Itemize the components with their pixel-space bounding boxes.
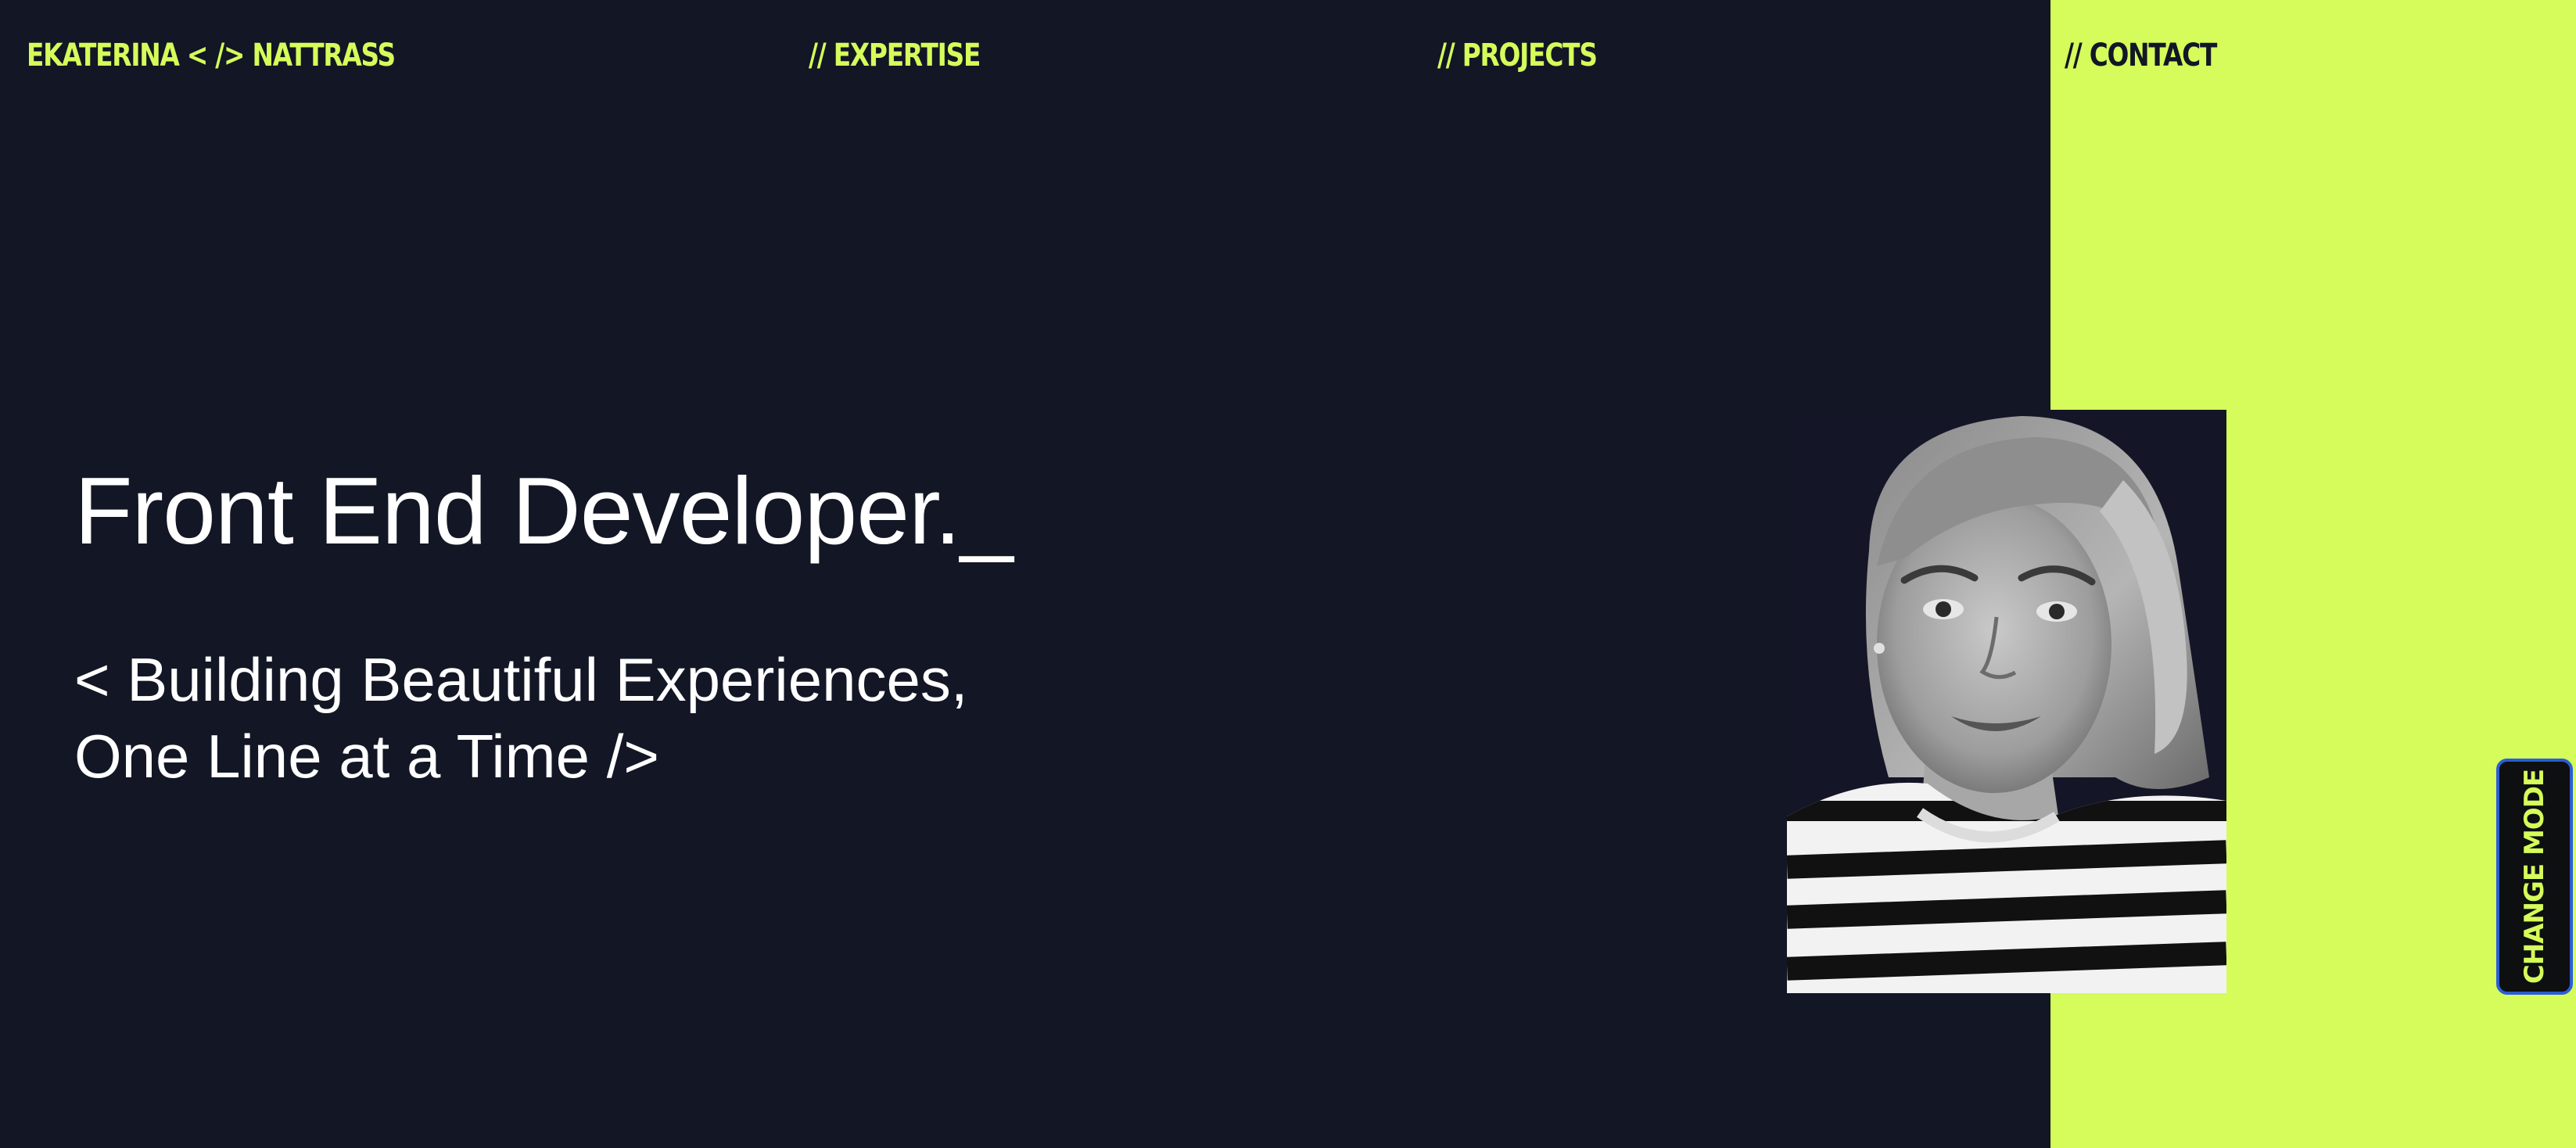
hero-subtitle: < Building Beautiful Experiences, One Li…: [74, 641, 968, 795]
portrait-photo: [1787, 410, 2226, 993]
portrait-illustration: [1787, 410, 2226, 993]
hero-subtitle-line-2: One Line at a Time />: [74, 722, 659, 791]
nav-link-projects[interactable]: // PROJECTS: [1437, 38, 1598, 74]
hero-title: Front End Developer._: [74, 457, 1014, 564]
hero-subtitle-line-1: < Building Beautiful Experiences,: [74, 645, 968, 714]
nav-link-contact[interactable]: // CONTACT: [2065, 38, 2217, 74]
change-mode-button[interactable]: CHANGE MODE: [2496, 759, 2573, 995]
nav-link-expertise[interactable]: // EXPERTISE: [809, 38, 981, 74]
brand-logo[interactable]: EKATERINA < /> NATTRASS: [27, 38, 396, 74]
change-mode-label: CHANGE MODE: [2519, 769, 2550, 985]
